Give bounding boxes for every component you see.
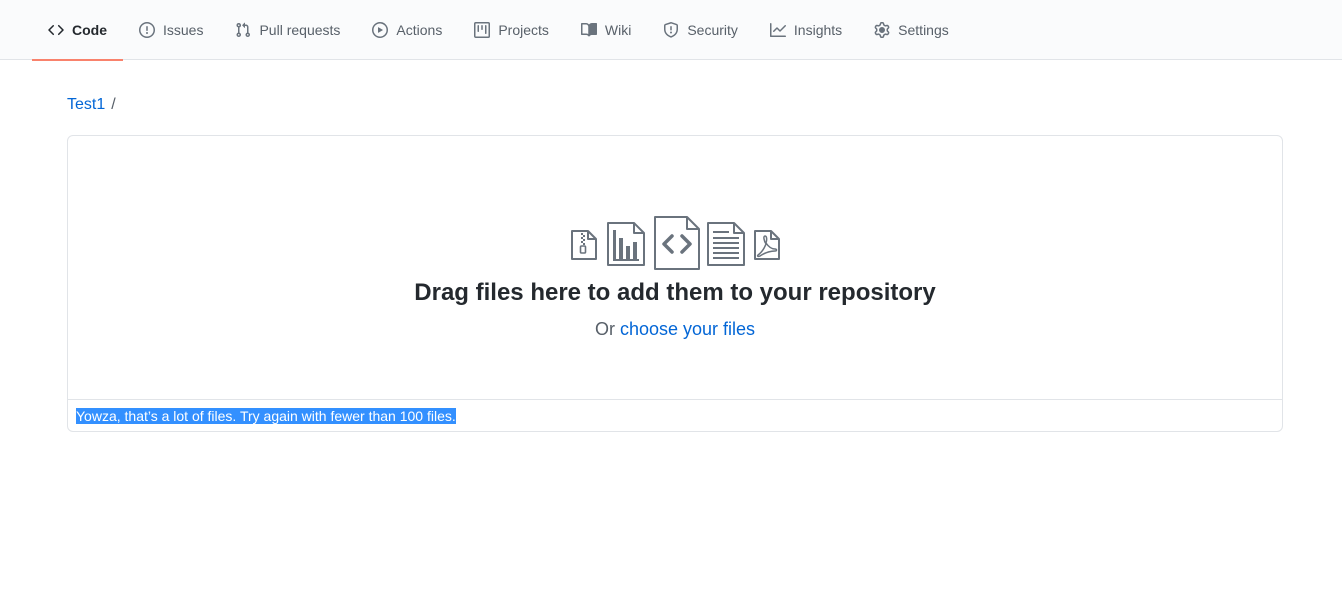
tab-security[interactable]: Security — [647, 0, 754, 61]
file-pdf-icon — [753, 230, 780, 260]
file-code-icon — [653, 216, 700, 270]
tab-code[interactable]: Code — [32, 0, 123, 61]
drop-zone-title: Drag files here to add them to your repo… — [414, 279, 936, 306]
file-text-icon — [706, 222, 745, 266]
tab-label: Code — [72, 21, 107, 38]
tab-label: Insights — [793, 21, 843, 38]
file-chart-icon — [606, 222, 645, 266]
error-bar: Yowza, that’s a lot of files. Try again … — [68, 399, 1282, 431]
file-zip-icon — [570, 230, 597, 260]
tab-projects[interactable]: Projects — [458, 0, 565, 61]
tab-settings[interactable]: Settings — [858, 0, 965, 61]
issue-icon — [139, 21, 155, 38]
tab-pull-requests[interactable]: Pull requests — [219, 0, 356, 61]
choose-files-link[interactable]: choose your files — [620, 319, 755, 339]
project-icon — [474, 21, 491, 38]
file-drop-zone[interactable]: Drag files here to add them to your repo… — [67, 135, 1283, 432]
tab-label: Security — [687, 21, 738, 38]
repo-link[interactable]: Test1 — [67, 96, 105, 113]
tab-actions[interactable]: Actions — [356, 0, 458, 61]
tab-issues[interactable]: Issues — [123, 0, 219, 61]
tab-label: Issues — [163, 21, 204, 38]
drop-zone-subtitle: Or choose your files — [68, 318, 1282, 340]
shield-icon — [664, 21, 679, 38]
graph-icon — [769, 22, 786, 37]
tab-label: Pull requests — [259, 21, 341, 38]
tab-label: Projects — [498, 21, 549, 38]
repo-nav: Code Issues Pull requests Actions Projec… — [0, 0, 1342, 61]
play-icon — [372, 21, 389, 38]
file-type-icons — [68, 216, 1282, 270]
breadcrumb: Test1 / — [67, 95, 116, 115]
tab-label: Wiki — [604, 21, 632, 38]
pull-request-icon — [236, 22, 251, 37]
repo-tabs: Code Issues Pull requests Actions Projec… — [32, 0, 965, 61]
tab-insights[interactable]: Insights — [754, 0, 858, 61]
error-message: Yowza, that’s a lot of files. Try again … — [76, 408, 456, 424]
book-icon — [580, 22, 597, 36]
breadcrumb-separator: / — [111, 96, 116, 113]
tab-label: Actions — [396, 21, 443, 38]
code-icon — [48, 24, 64, 35]
drop-zone-prefix: Or — [594, 319, 615, 339]
tab-label: Settings — [898, 21, 949, 38]
gear-icon — [874, 21, 890, 38]
tab-wiki[interactable]: Wiki — [565, 0, 647, 61]
